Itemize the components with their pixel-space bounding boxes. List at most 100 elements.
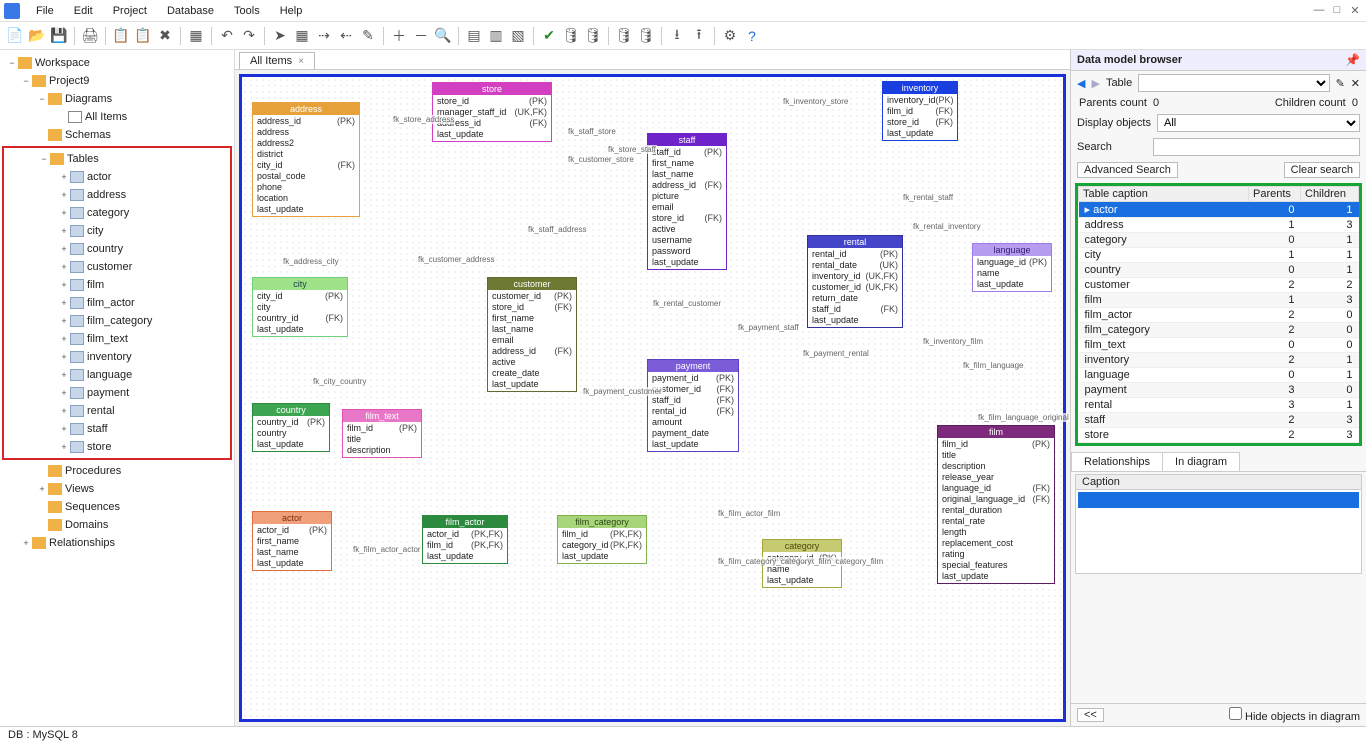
db4-icon[interactable]: 🛢	[637, 27, 655, 45]
db1-icon[interactable]: 🛢	[562, 27, 580, 45]
grid-row-film_text[interactable]: film_text00	[1079, 338, 1359, 353]
nav-first-button[interactable]: <<	[1077, 708, 1104, 722]
tree-table-country[interactable]: +country	[4, 240, 230, 258]
close-panel-icon[interactable]: ✕	[1351, 77, 1360, 90]
entity-inventory[interactable]: inventoryinventory_id(PK)film_id(FK)stor…	[882, 81, 958, 141]
project-tree[interactable]: −Workspace −Project9 −Diagrams All Items…	[0, 50, 235, 726]
tab-allitems[interactable]: All Items ×	[239, 52, 315, 69]
tree-procedures[interactable]: Procedures	[65, 465, 121, 477]
tree-table-film_category[interactable]: +film_category	[4, 312, 230, 330]
tree-workspace[interactable]: Workspace	[35, 57, 90, 69]
undo-icon[interactable]: ↶	[218, 27, 236, 45]
search-input[interactable]	[1153, 138, 1360, 156]
tree-views[interactable]: Views	[65, 483, 94, 495]
edit-icon[interactable]: ✎	[1336, 77, 1345, 90]
tree-table-customer[interactable]: +customer	[4, 258, 230, 276]
entity-store[interactable]: storestore_id(PK)manager_staff_id(UK,FK)…	[432, 82, 552, 142]
entity-language[interactable]: languagelanguage_id(PK)namelast_update	[972, 243, 1052, 292]
grid-row-actor[interactable]: ▸ actor01	[1079, 202, 1359, 218]
tree-table-film_actor[interactable]: +film_actor	[4, 294, 230, 312]
entity-film_actor[interactable]: film_actoractor_id(PK,FK)film_id(PK,FK)l…	[422, 515, 508, 564]
tree-table-language[interactable]: +language	[4, 366, 230, 384]
layout2-icon[interactable]: ▥	[487, 27, 505, 45]
grid-row-film[interactable]: film13	[1079, 293, 1359, 308]
tree-table-city[interactable]: +city	[4, 222, 230, 240]
hide-objects-checkbox[interactable]: Hide objects in diagram	[1229, 707, 1360, 723]
new-icon[interactable]: 📄	[6, 27, 24, 45]
diagram-canvas[interactable]: addressaddress_id(PK)addressaddress2dist…	[239, 74, 1066, 722]
minimize-icon[interactable]: —	[1312, 4, 1326, 17]
grid-row-rental[interactable]: rental31	[1079, 398, 1359, 413]
entity-customer[interactable]: customercustomer_id(PK)store_id(FK)first…	[487, 277, 577, 392]
grid-row-film_actor[interactable]: film_actor20	[1079, 308, 1359, 323]
check-icon[interactable]: ✔	[540, 27, 558, 45]
paste-icon[interactable]: 📋	[134, 27, 152, 45]
tree-table-payment[interactable]: +payment	[4, 384, 230, 402]
grid-row-city[interactable]: city11	[1079, 248, 1359, 263]
tree-schemas[interactable]: Schemas	[65, 129, 111, 141]
tree-relationships[interactable]: Relationships	[49, 537, 115, 549]
menu-project[interactable]: Project	[103, 3, 157, 19]
tree-allitems[interactable]: All Items	[85, 111, 127, 123]
tree-table-actor[interactable]: +actor	[4, 168, 230, 186]
display-objects-select[interactable]: All	[1157, 114, 1360, 132]
relationships-selected-row[interactable]	[1078, 492, 1359, 508]
table-tool-icon[interactable]: ▦	[293, 27, 311, 45]
print-icon[interactable]: 🖨	[81, 27, 99, 45]
tree-sequences[interactable]: Sequences	[65, 501, 120, 513]
maximize-icon[interactable]: □	[1330, 4, 1344, 17]
copy-icon[interactable]: 📋	[112, 27, 130, 45]
entity-address[interactable]: addressaddress_id(PK)addressaddress2dist…	[252, 102, 360, 217]
entity-country[interactable]: countrycountry_id(PK)countrylast_update	[252, 403, 330, 452]
tree-table-film_text[interactable]: +film_text	[4, 330, 230, 348]
col-children[interactable]: Children	[1301, 187, 1359, 202]
nav-back-icon[interactable]: ◀	[1077, 77, 1085, 90]
zoomfit-icon[interactable]: 🔍	[434, 27, 452, 45]
entity-staff[interactable]: staffstaff_id(PK)first_namelast_nameaddr…	[647, 133, 727, 270]
layout3-icon[interactable]: ▧	[509, 27, 527, 45]
settings-icon[interactable]: ⚙	[721, 27, 739, 45]
layout1-icon[interactable]: ▤	[465, 27, 483, 45]
clear-search-button[interactable]: Clear search	[1284, 162, 1360, 178]
entity-city[interactable]: citycity_id(PK)citycountry_id(FK)last_up…	[252, 277, 348, 337]
tree-domains[interactable]: Domains	[65, 519, 108, 531]
tab-in-diagram[interactable]: In diagram	[1162, 452, 1240, 471]
entity-film_category[interactable]: film_categoryfilm_id(PK,FK)category_id(P…	[557, 515, 647, 564]
tree-table-inventory[interactable]: +inventory	[4, 348, 230, 366]
rel-tool-icon[interactable]: ⇢	[315, 27, 333, 45]
grid-row-address[interactable]: address13	[1079, 218, 1359, 233]
export-icon[interactable]: ⭱	[690, 27, 708, 45]
nav-fwd-icon[interactable]: ▶	[1091, 77, 1099, 90]
tree-table-address[interactable]: +address	[4, 186, 230, 204]
grid-row-country[interactable]: country01	[1079, 263, 1359, 278]
pointer-icon[interactable]: ➤	[271, 27, 289, 45]
db3-icon[interactable]: 🛢	[615, 27, 633, 45]
tree-table-film[interactable]: +film	[4, 276, 230, 294]
entity-film[interactable]: filmfilm_id(PK)titledescriptionrelease_y…	[937, 425, 1055, 584]
entity-rental[interactable]: rentalrental_id(PK)rental_date(UK)invent…	[807, 235, 903, 328]
menu-file[interactable]: File	[26, 3, 64, 19]
col-parents[interactable]: Parents	[1249, 187, 1301, 202]
grid-row-staff[interactable]: staff23	[1079, 413, 1359, 428]
menu-tools[interactable]: Tools	[224, 3, 270, 19]
menu-help[interactable]: Help	[270, 3, 313, 19]
pin-icon[interactable]: 📌	[1345, 53, 1360, 67]
object-select[interactable]	[1138, 74, 1329, 92]
advanced-search-button[interactable]: Advanced Search	[1077, 162, 1178, 178]
db2-icon[interactable]: 🛢	[584, 27, 602, 45]
note-tool-icon[interactable]: ✎	[359, 27, 377, 45]
tree-table-store[interactable]: +store	[4, 438, 230, 456]
delete-icon[interactable]: ✖	[156, 27, 174, 45]
tab-relationships[interactable]: Relationships	[1071, 452, 1163, 471]
redo-icon[interactable]: ↷	[240, 27, 258, 45]
tables-grid[interactable]: Table caption Parents Children ▸ actor01…	[1078, 186, 1359, 443]
help-icon[interactable]: ?	[743, 27, 761, 45]
tree-table-category[interactable]: +category	[4, 204, 230, 222]
entity-actor[interactable]: actoractor_id(PK)first_namelast_namelast…	[252, 511, 332, 571]
tree-table-staff[interactable]: +staff	[4, 420, 230, 438]
entity-film_text[interactable]: film_textfilm_id(PK)titledescription	[342, 409, 422, 458]
tree-tables[interactable]: Tables	[67, 153, 99, 165]
grid-row-inventory[interactable]: inventory21	[1079, 353, 1359, 368]
grid-row-payment[interactable]: payment30	[1079, 383, 1359, 398]
save-icon[interactable]: 💾	[50, 27, 68, 45]
